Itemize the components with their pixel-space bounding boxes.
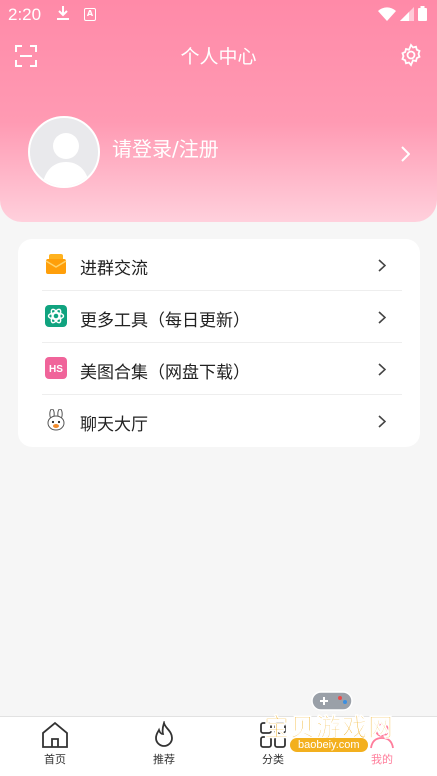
- tab-label: 推荐: [153, 753, 175, 766]
- bunny-icon: [45, 408, 67, 431]
- menu-item-group-chat[interactable]: 进群交流: [18, 239, 420, 291]
- bottom-tab-bar: 首页 推荐 分类 我的: [0, 716, 437, 776]
- tab-mine[interactable]: 我的: [347, 721, 417, 775]
- openai-icon: [45, 305, 67, 327]
- status-time: 2:20: [8, 5, 42, 24]
- tab-home[interactable]: 首页: [20, 721, 90, 775]
- tab-recommend[interactable]: 推荐: [129, 721, 199, 775]
- download-icon: [56, 5, 70, 25]
- hs-icon-text: HS: [49, 364, 63, 375]
- chevron-right-icon: [378, 309, 387, 328]
- signal-icon: [400, 6, 414, 21]
- grid-icon: [260, 722, 286, 748]
- menu-item-photo-collection[interactable]: HS 美图合集（网盘下载）: [18, 343, 420, 395]
- login-link[interactable]: 请登录/注册: [112, 133, 219, 162]
- profile-header: 2:20 A 个人中心 请登录/注册: [0, 0, 437, 222]
- hs-icon: HS: [45, 357, 67, 379]
- tab-label: 我的: [371, 753, 393, 766]
- menu-item-label: 聊天大厅: [80, 415, 148, 435]
- chevron-right-icon: [378, 361, 387, 380]
- status-icons: [378, 6, 427, 21]
- avatar[interactable]: [28, 116, 100, 188]
- group-chat-icon: [45, 253, 67, 275]
- home-icon: [42, 721, 68, 748]
- gear-icon[interactable]: [399, 43, 423, 71]
- chevron-right-icon: [378, 413, 387, 432]
- gamepad-icon: [311, 691, 353, 711]
- a-box-icon: A: [84, 8, 96, 21]
- login-row[interactable]: 请登录/注册: [28, 116, 418, 190]
- chevron-right-icon: [378, 257, 387, 276]
- menu-card: 进群交流 更多工具（每日更新） HS 美图合集（网盘下载） 聊天大厅: [18, 239, 420, 447]
- menu-item-label: 美图合集（网盘下载）: [80, 363, 250, 383]
- menu-item-label: 进群交流: [80, 259, 148, 279]
- tab-category[interactable]: 分类: [238, 721, 308, 775]
- user-icon: [370, 723, 394, 749]
- menu-item-chat-hall[interactable]: 聊天大厅: [18, 395, 420, 447]
- title-bar: 个人中心: [0, 38, 437, 74]
- flame-icon: [155, 721, 173, 747]
- tab-label: 分类: [262, 753, 284, 766]
- menu-item-label: 更多工具（每日更新）: [80, 311, 250, 331]
- tab-label: 首页: [44, 753, 66, 766]
- menu-item-more-tools[interactable]: 更多工具（每日更新）: [18, 291, 420, 343]
- chevron-right-icon: [400, 146, 411, 166]
- page-title: 个人中心: [180, 46, 257, 68]
- battery-icon: [418, 6, 427, 21]
- status-bar: 2:20 A: [0, 0, 437, 30]
- wifi-icon: [378, 6, 396, 21]
